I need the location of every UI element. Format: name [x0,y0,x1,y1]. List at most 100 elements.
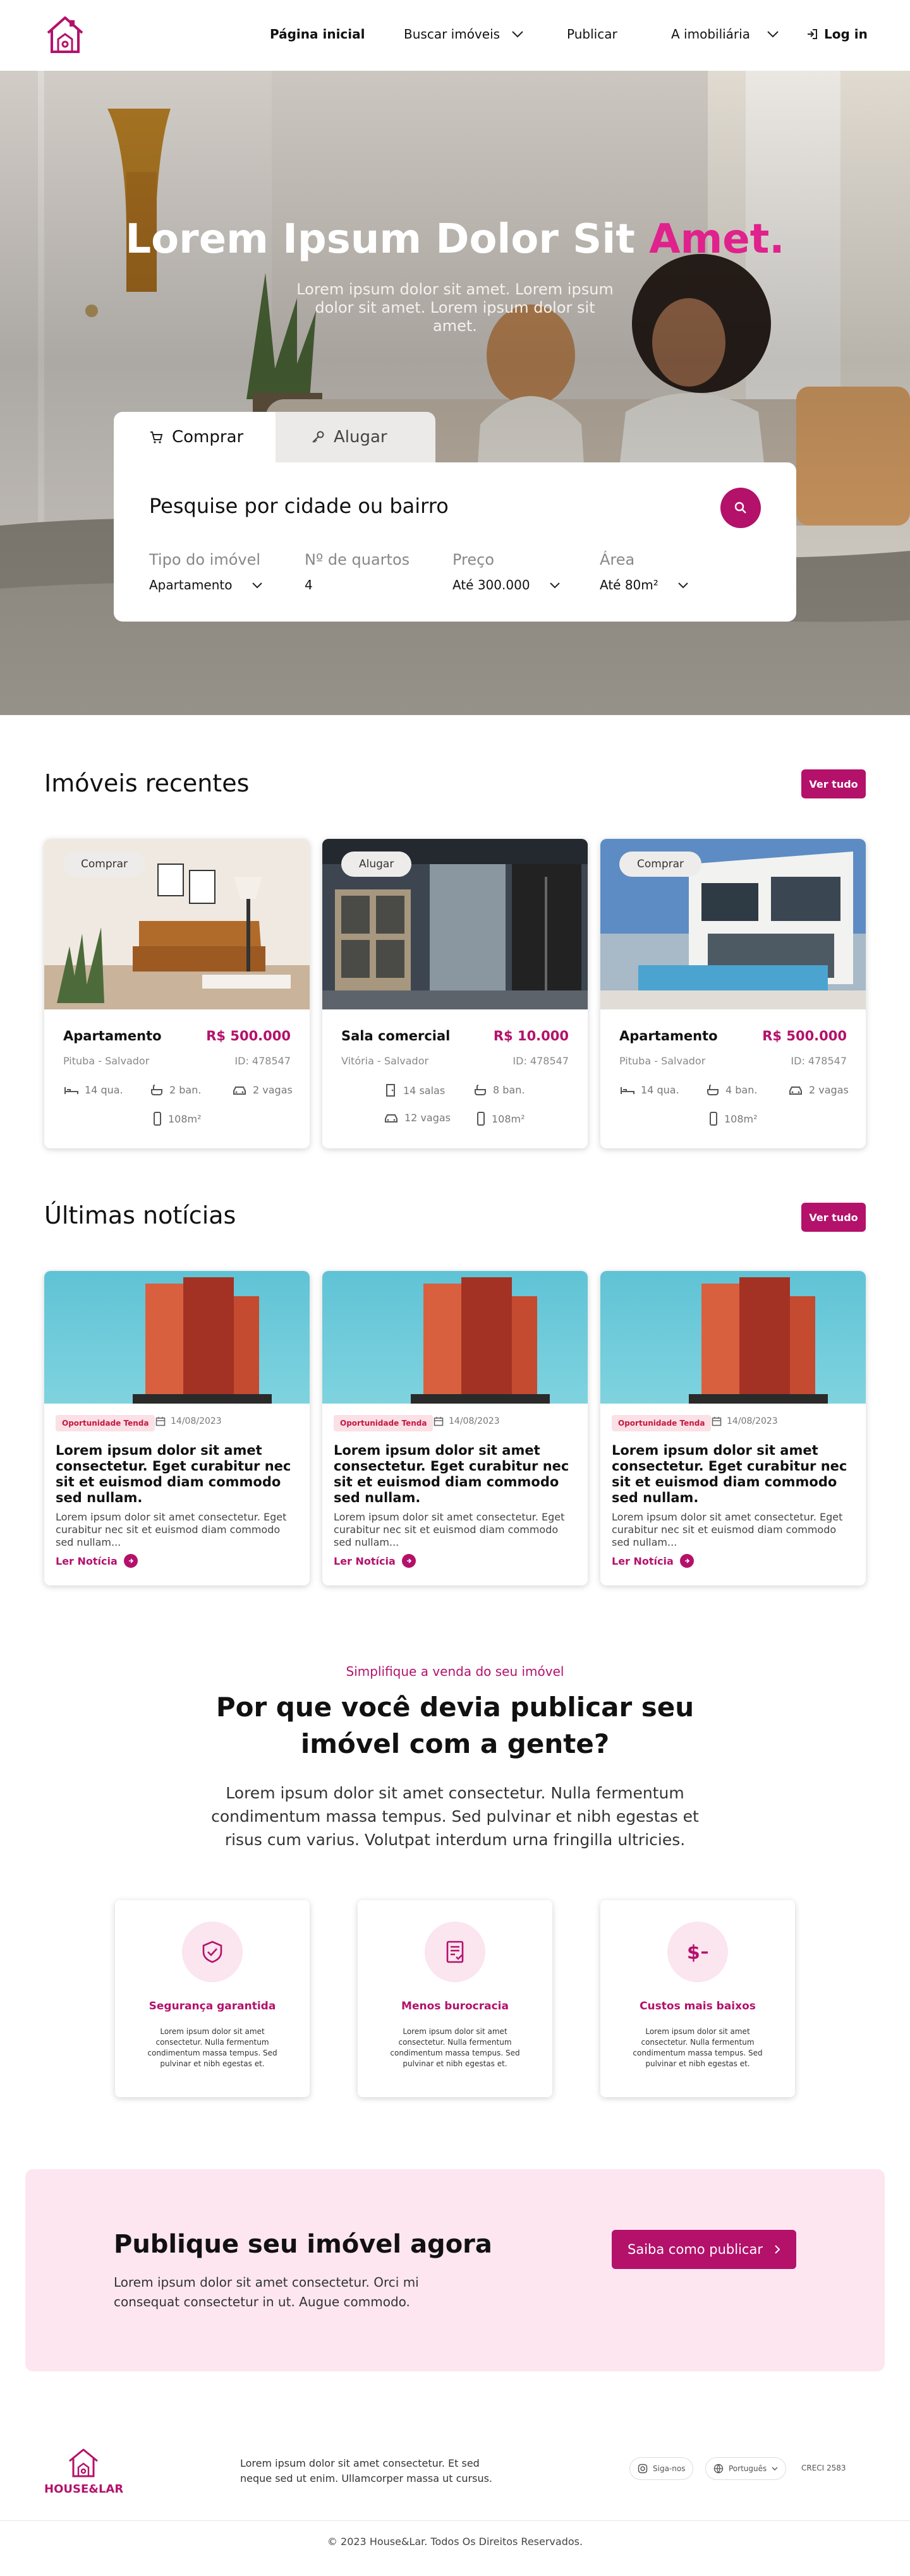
benefit-text: Lorem ipsum dolor sit amet consectetur. … [390,2027,520,2068]
filter-price-select[interactable]: Até 300.000 [452,577,561,593]
bath-icon [707,1084,719,1095]
login-button[interactable]: Log in [806,27,868,42]
feature-value: 2 ban. [169,1084,202,1096]
filter-price-value: Até 300.000 [452,577,530,593]
feature-value: 14 qua. [85,1084,123,1096]
nav-search-dropdown[interactable]: Buscar imóveis [404,27,524,42]
bed-icon [621,1086,634,1094]
search-panel: Pesquise por cidade ou bairro Tipo do im… [114,462,796,622]
publish-title: Publique seu imóvel agora [114,2230,492,2259]
copyright-text: © 2023 House&Lar. Todos Os Direitos Rese… [327,2536,583,2548]
recent-section-title: Imóveis recentes [44,769,250,797]
read-news-link[interactable]: Ler Notícia [56,1554,138,1568]
feature-bedrooms: 14 qua. [64,1084,123,1096]
read-news-link[interactable]: Ler Notícia [334,1554,416,1568]
arrow-right-icon [401,1554,416,1568]
read-news-label: Ler Notícia [612,1555,674,1567]
why-title: Por que você devia publicar seu imóvel c… [215,1692,695,1759]
chevron-down-icon [678,582,688,588]
arrow-right-icon [679,1554,694,1568]
ruler-icon [477,1112,485,1126]
news-excerpt: Lorem ipsum dolor sit amet consectetur. … [334,1511,565,1548]
filter-rooms-input[interactable]: 4 [305,577,313,593]
news-date-text: 14/08/2023 [171,1416,222,1426]
news-card[interactable]: Oportunidade Tenda 14/08/2023 Lorem ipsu… [600,1271,866,1586]
chevron-down-icon [772,2467,778,2471]
filter-area-label: Área [600,551,635,569]
property-card[interactable]: Alugar Sala comercial R$ 10.000 Vitória … [322,839,588,1148]
language-select[interactable]: Português [705,2457,787,2480]
filter-type-select[interactable]: Apartamento [149,577,263,593]
benefit-card: Menos burocracia Lorem ipsum dolor sit a… [358,1900,552,2097]
feature-bathrooms: 2 ban. [150,1084,201,1096]
nav-home-link[interactable]: Página inicial [270,27,365,42]
why-eyebrow: Simplifique a venda do seu imóvel [346,1664,564,1679]
search-input[interactable]: Pesquise por cidade ou bairro [149,494,449,518]
news-card[interactable]: Oportunidade Tenda 14/08/2023 Lorem ipsu… [322,1271,588,1586]
benefit-title: Segurança garantida [149,2000,276,2013]
filter-rooms-label: Nº de quartos [305,551,410,569]
document-check-icon [425,1922,485,1982]
news-date: 14/08/2023 [434,1416,500,1426]
feature-rooms: 14 salas [384,1084,445,1097]
feature-value: 14 qua. [641,1084,679,1096]
nav-agency-dropdown[interactable]: A imobiliária [671,27,779,42]
news-headline: Lorem ipsum dolor sit amet consectetur. … [612,1443,847,1505]
tab-rent-label: Alugar [334,428,387,447]
news-date: 14/08/2023 [155,1416,222,1426]
follow-us-button[interactable]: Siga-nos [629,2457,694,2480]
globe-icon [713,2464,724,2474]
house-logo-icon [47,16,83,53]
news-section-title: Últimas notícias [44,1201,236,1229]
feature-bathrooms: 4 ban. [707,1084,757,1096]
nav-publish-link[interactable]: Publicar [567,27,617,42]
property-title: Apartamento [619,1028,718,1044]
property-card[interactable]: Comprar Apartamento R$ 500.000 Pituba - … [44,839,310,1148]
brand-logo[interactable] [44,14,86,56]
footer-divider [0,2520,910,2521]
calendar-icon [155,1417,166,1426]
ruler-icon [154,1112,161,1126]
recent-see-all-button[interactable]: Ver tudo [801,769,866,798]
benefit-title: Menos burocracia [401,2000,509,2013]
news-photo [600,1271,866,1404]
property-card[interactable]: Comprar Apartamento R$ 500.000 Pituba - … [600,839,866,1148]
search-button[interactable] [720,488,761,528]
read-news-link[interactable]: Ler Notícia [612,1554,694,1568]
footer-logo-text: HOUSE&LAR [44,2483,124,2496]
footer-logo[interactable]: HOUSE&LAR [44,2445,123,2498]
read-news-label: Ler Notícia [334,1555,396,1567]
feature-value: 108m² [724,1112,758,1125]
filter-type-label: Tipo do imóvel [149,551,261,569]
chevron-down-icon [252,582,262,588]
filter-area-select[interactable]: Até 80m² [600,577,689,593]
dollar-minus-icon: $ [667,1922,728,1982]
door-icon [386,1084,395,1097]
search-icon [734,502,746,514]
property-price: R$ 500.000 [762,1028,847,1044]
why-text: Lorem ipsum dolor sit amet consectetur. … [211,1784,699,1849]
news-tag: Oportunidade Tenda [612,1415,712,1431]
bath-icon [475,1084,486,1095]
news-tag: Oportunidade Tenda [56,1415,155,1431]
tab-rent[interactable]: Alugar [276,412,435,462]
publish-how-label: Saiba como publicar [628,2242,763,2257]
news-card[interactable]: Oportunidade Tenda 14/08/2023 Lorem ipsu… [44,1271,310,1586]
calendar-icon [712,1417,722,1426]
feature-value: 8 ban. [493,1084,525,1096]
property-location: Pituba - Salvador [63,1055,150,1067]
feature-parking: 12 vagas [384,1112,451,1124]
login-label: Log in [824,27,868,42]
login-icon [808,29,817,39]
feature-area: 108m² [153,1112,202,1126]
feature-value: 14 salas [403,1084,446,1097]
news-tag: Oportunidade Tenda [334,1415,434,1431]
publish-how-button[interactable]: Saiba como publicar [612,2230,796,2269]
news-see-all-button[interactable]: Ver tudo [801,1203,866,1232]
tab-buy[interactable]: Comprar [114,412,276,462]
news-photo [44,1271,310,1404]
feature-value: 2 vagas [809,1084,849,1096]
calendar-icon [434,1417,444,1426]
filter-price-label: Preço [452,551,495,569]
svg-text:$: $ [687,1942,700,1964]
